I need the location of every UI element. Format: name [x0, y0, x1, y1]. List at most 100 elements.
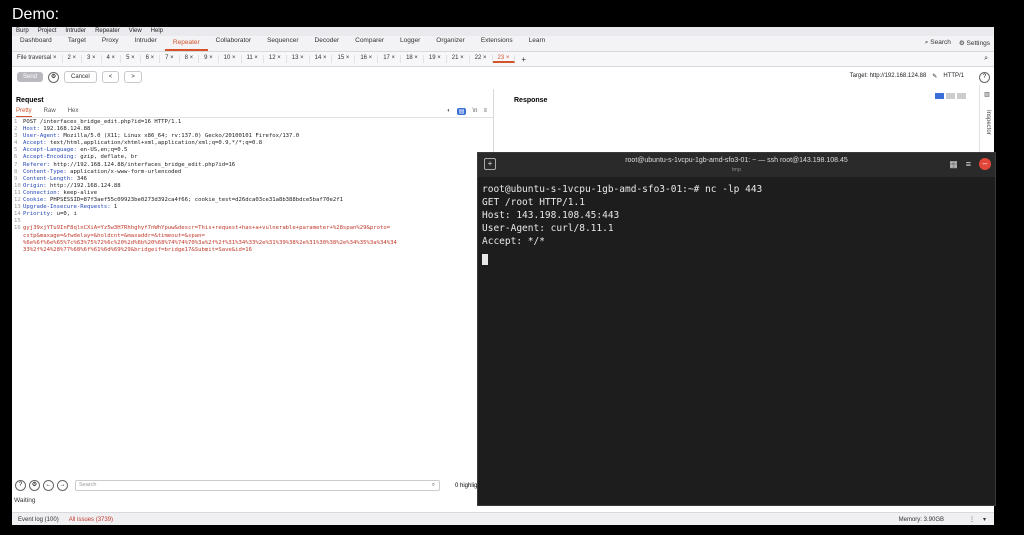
pretty-format-icon[interactable]: ▤ — [456, 108, 467, 115]
tab-intruder[interactable]: Intruder — [127, 37, 165, 51]
repeater-tab[interactable]: 14 × — [310, 55, 333, 63]
repeater-tab[interactable]: 16 × — [355, 55, 379, 63]
menu-item-project[interactable]: Project — [38, 27, 57, 36]
send-button[interactable]: Send — [17, 72, 44, 82]
hide-icon[interactable]: ◐ — [447, 108, 451, 115]
repeater-tab[interactable]: 13 × — [287, 55, 310, 63]
history-forward-button[interactable]: > — [124, 71, 142, 83]
hamburger-menu-icon[interactable]: ≡ — [966, 159, 971, 169]
tab-logger[interactable]: Logger — [392, 37, 428, 51]
tab-target[interactable]: Target — [60, 37, 94, 51]
status-icons: ⋮ ▾ — [969, 516, 986, 523]
search-icon: ⌕ — [431, 482, 435, 488]
menu-item-help[interactable]: Help — [151, 27, 163, 36]
tab-proxy[interactable]: Proxy — [94, 37, 127, 51]
tab-search-icon[interactable]: ⌕ — [984, 55, 988, 63]
http-version-toggle[interactable]: HTTP/1 — [943, 73, 964, 80]
tab-comparer[interactable]: Comparer — [347, 37, 392, 51]
repeater-tab[interactable]: 8 × — [180, 55, 200, 63]
line-number: 9 — [14, 175, 18, 182]
request-search-input[interactable]: Search ⌕ — [75, 480, 440, 491]
repeater-tab[interactable]: 19 × — [424, 55, 447, 63]
menu-icon[interactable]: ≡ — [483, 108, 487, 115]
menu-item-view[interactable]: View — [129, 27, 142, 36]
add-tab-button[interactable]: + — [521, 55, 526, 64]
layout-horizontal-icon[interactable] — [946, 93, 955, 99]
repeater-tab[interactable]: 23 × — [492, 55, 516, 63]
tab-pretty[interactable]: Pretty — [16, 108, 32, 117]
tab-sequencer[interactable]: Sequencer — [259, 37, 306, 51]
request-line: 3 User-Agent: Mozilla/5.0 (X11; Linux x86… — [14, 133, 493, 140]
request-line: 14 Priority: u=0, i — [14, 211, 493, 218]
repeater-tab[interactable]: 11 × — [242, 55, 264, 63]
repeater-tab[interactable]: 5 × — [121, 55, 141, 63]
repeater-tab[interactable]: 4 × — [102, 55, 122, 63]
tab-extensions[interactable]: Extensions — [473, 37, 521, 51]
request-line: 2 Host: 192.168.124.88 — [14, 126, 493, 133]
layout-tools — [935, 93, 966, 99]
terminal-output[interactable]: root@ubuntu-s-1vcpu-1gb-amd-sfo3-01:~# n… — [478, 177, 995, 275]
highlight-count: 0 highlig — [455, 482, 478, 489]
repeater-tab[interactable]: 17 × — [378, 55, 402, 63]
menu-item-repeater[interactable]: Repeater — [95, 27, 120, 36]
help-icon[interactable]: ? — [979, 72, 990, 83]
inspector-label: Inspector — [985, 110, 991, 135]
line-text: cstp&maxage=&fwdelay=&holdcnt=&maxaddr=&… — [23, 232, 205, 239]
newline-icon[interactable]: \n — [472, 108, 477, 115]
tab-learn[interactable]: Learn — [521, 37, 554, 51]
line-number: 3 — [14, 133, 18, 140]
repeater-tabs: File traversal × 2 × 3 × 4 × 5 × 6 × 7 × 8 × 9 ×… — [12, 55, 516, 63]
tab-dashboard[interactable]: Dashboard — [12, 37, 60, 51]
settings-gear-icon[interactable]: ⚙ — [48, 71, 60, 83]
line-number: 10 — [14, 182, 21, 189]
request-title: Request — [16, 97, 44, 104]
repeater-tab[interactable]: 6 × — [141, 55, 161, 63]
repeater-tab[interactable]: File traversal × — [12, 55, 63, 63]
menu-item-burp[interactable]: Burp — [16, 27, 29, 36]
repeater-tab[interactable]: 12 × — [264, 55, 287, 63]
event-log-link[interactable]: Event log (100) — [12, 517, 59, 523]
request-line: 10 Origin: http://192.168.124.88 — [14, 183, 493, 190]
settings-button[interactable]: ⚙ Settings — [959, 39, 990, 47]
top-tab-bar: Dashboard Target Proxy Intruder Repeater Coll… — [12, 36, 994, 52]
line-number: 4 — [14, 140, 18, 147]
line-text: Accept-Language: en-US,en;q=0.5 — [23, 147, 128, 154]
line-number: 6 — [14, 154, 18, 161]
settings-icon-bottom[interactable]: ⚙ — [29, 480, 40, 491]
tab-organizer[interactable]: Organizer — [428, 37, 473, 51]
repeater-tab[interactable]: 9 × — [199, 55, 219, 63]
line-text: User-Agent: Mozilla/5.0 (X11; Linux x86_… — [23, 133, 300, 140]
request-editor[interactable]: 1 POST /interfaces_bridge_edit.php?id=16 … — [12, 118, 493, 254]
layout-vertical-icon[interactable] — [957, 93, 966, 99]
tab-decoder[interactable]: Decoder — [307, 37, 348, 51]
dropdown-icon[interactable]: ▾ — [983, 516, 986, 523]
close-icon[interactable]: – — [979, 158, 991, 170]
repeater-tab[interactable]: 21 × — [447, 55, 470, 63]
request-line: 13 Upgrade-Insecure-Requests: 1 — [14, 204, 493, 211]
cancel-button[interactable]: Cancel — [64, 71, 97, 83]
history-back-button[interactable]: < — [101, 71, 120, 83]
tab-hex[interactable]: Hex — [68, 108, 79, 117]
menu-item-intruder[interactable]: Intruder — [65, 27, 86, 36]
search-button[interactable]: ⌕ Search — [925, 39, 951, 47]
grid-icon[interactable]: ▦ — [949, 159, 958, 170]
line-text: Host: 192.168.124.88 — [23, 126, 91, 133]
repeater-tab[interactable]: 7 × — [160, 55, 180, 63]
repeater-tab[interactable]: 2 × — [63, 55, 83, 63]
all-issues-link[interactable]: All issues (3739) — [59, 517, 113, 523]
help-icon-bottom[interactable]: ? — [15, 480, 26, 491]
repeater-tab[interactable]: 22 × — [470, 55, 493, 63]
repeater-tab[interactable]: 3 × — [82, 55, 102, 63]
tab-collaborator[interactable]: Collaborator — [208, 37, 259, 51]
repeater-tab[interactable]: 18 × — [401, 55, 424, 63]
repeater-tab[interactable]: 10 × — [219, 55, 242, 63]
back-arrow-icon[interactable]: ← — [43, 480, 54, 491]
layout-split-icon[interactable] — [935, 93, 944, 99]
edit-target-icon[interactable]: ✎ — [932, 73, 937, 80]
request-subtabs: Pretty Raw Hex ◐ ▤ \n ≡ — [12, 108, 493, 118]
tab-raw[interactable]: Raw — [44, 108, 56, 117]
repeater-tab[interactable]: 15 × — [332, 55, 356, 63]
forward-arrow-icon[interactable]: → — [57, 480, 68, 491]
tab-repeater[interactable]: Repeater — [164, 37, 208, 51]
status-bar: Event log (100) All issues (3739) Memory… — [12, 512, 994, 525]
